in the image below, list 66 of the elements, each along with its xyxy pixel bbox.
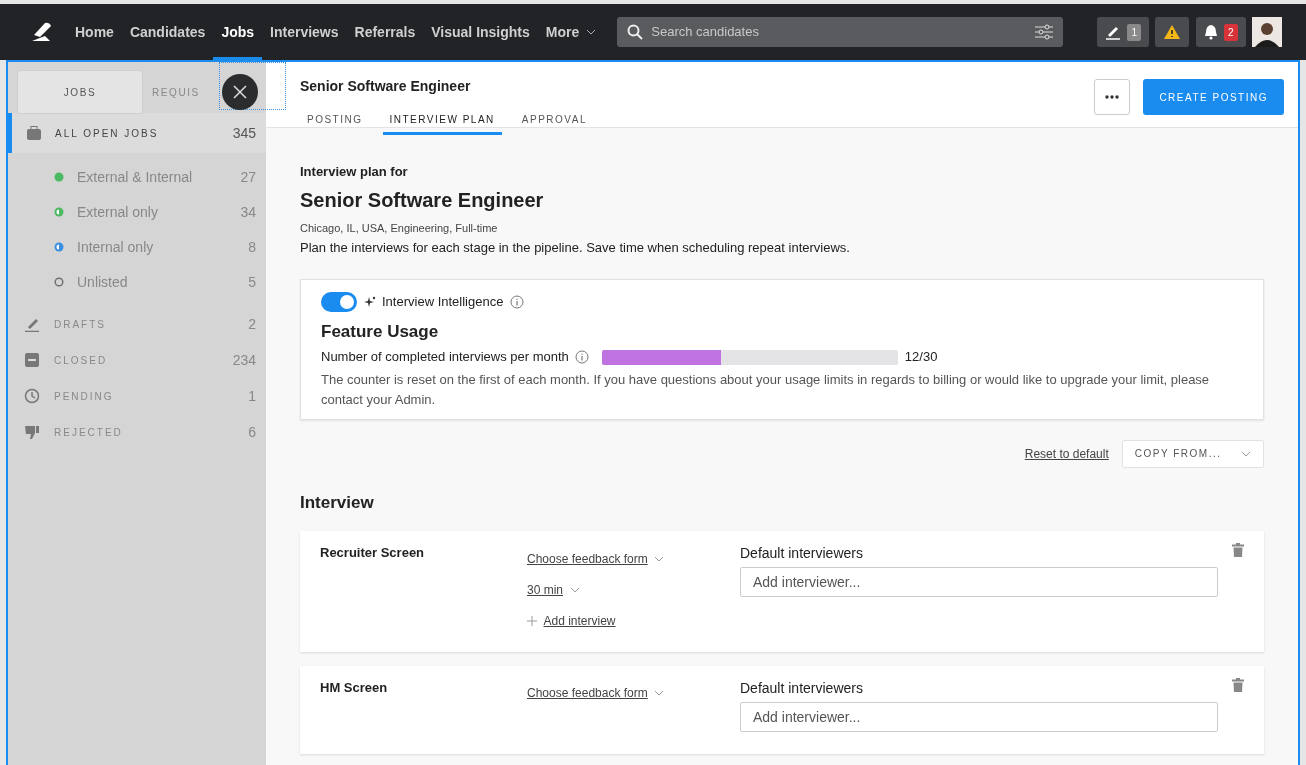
thumbs-down-icon: [24, 424, 40, 440]
intro-label: Interview plan for: [300, 164, 408, 179]
dropdown-link[interactable]: 30 min: [527, 580, 564, 599]
notifications-button[interactable]: 2: [1195, 17, 1246, 47]
warning-icon: [1163, 24, 1182, 40]
input-field[interactable]: Add interviewer...: [740, 567, 1218, 598]
dropdown-link[interactable]: Choose feedback form: [527, 549, 648, 568]
copy-from-dropdown[interactable]: COPY FROM...: [1121, 439, 1264, 468]
field-label: Default interviewers: [740, 679, 863, 696]
info-icon: [575, 350, 590, 364]
chevron-down-icon: [1241, 450, 1251, 457]
note-text: The counter is reset on the first of each month. If you have questions about your usage limits in regards to billing or would like to upgrade your limit, please contact your Admin.: [321, 372, 1210, 407]
nav-link[interactable]: Visual Insights: [423, 4, 538, 60]
minus-square-icon: [24, 352, 40, 368]
section-heading: Feature Usage: [321, 321, 439, 341]
trash-icon[interactable]: [1232, 677, 1244, 692]
plan-title: Senior Software Engineer: [300, 188, 544, 211]
nav-link[interactable]: Referrals: [346, 4, 424, 60]
reset-link[interactable]: Reset to default: [1024, 444, 1109, 463]
stage-name: HM Screen: [320, 679, 388, 695]
chevron-down-icon: [654, 555, 665, 562]
usage-label: Number of completed interviews per month: [321, 348, 569, 367]
plus-icon: [527, 615, 537, 626]
pencil-icon: [24, 316, 40, 332]
job-meta: Chicago, IL, USA, Engineering, Full-time: [300, 222, 498, 234]
sparkle-icon: [363, 296, 376, 308]
info-icon: [509, 295, 524, 309]
trash-icon[interactable]: [1232, 543, 1244, 557]
nav-link[interactable]: Candidates: [121, 4, 214, 60]
chevron-down-icon: [654, 690, 665, 696]
stage-name: Recruiter Screen: [320, 545, 425, 560]
tab[interactable]: APPROVAL: [514, 103, 594, 135]
description-text: Plan the interviews for each stage in the pipeline. Save time when scheduling repeat interviews.: [300, 239, 850, 255]
warning-button[interactable]: [1155, 17, 1190, 47]
bell-icon: [1203, 24, 1218, 40]
more-menu[interactable]: More: [537, 4, 604, 60]
sidebar-item[interactable]: ALL OPEN JOBS 345: [8, 113, 266, 153]
add-interview-link[interactable]: Add interview: [543, 611, 616, 630]
more-options-button[interactable]: [1094, 79, 1131, 116]
page-title: Senior Software Engineer: [300, 77, 471, 96]
briefcase-icon: [26, 126, 42, 140]
pencil-icon: [1105, 24, 1122, 40]
tab[interactable]: POSTING: [300, 103, 370, 135]
search-field[interactable]: Search candidates: [616, 17, 1063, 47]
search-input[interactable]: Search candidates: [649, 21, 1029, 43]
dropdown-link[interactable]: Choose feedback form: [527, 684, 648, 702]
search-icon: [626, 24, 643, 40]
tab[interactable]: INTERVIEW PLAN: [382, 103, 502, 135]
ellipsis-icon: [1105, 95, 1120, 100]
usage-reading: 12/30: [904, 348, 938, 367]
nav-link[interactable]: Interviews: [262, 4, 347, 60]
logo-icon[interactable]: [30, 21, 54, 43]
filter-icon[interactable]: [1034, 24, 1053, 40]
clock-icon: [24, 388, 40, 404]
input-field[interactable]: Add interviewer...: [740, 701, 1218, 732]
toggle-label: Interview Intelligence: [382, 293, 504, 312]
chevron-down-icon: [569, 586, 580, 593]
toggle-switch[interactable]: [321, 292, 357, 312]
field-label: Default interviewers: [740, 545, 863, 561]
chevron-down-icon: [585, 29, 596, 35]
avatar-icon[interactable]: [1252, 17, 1282, 47]
sidebar-tab[interactable]: JOBS: [18, 71, 142, 113]
section-title: Interview: [300, 492, 374, 512]
nav-link[interactable]: Home: [67, 4, 122, 60]
close-button[interactable]: [222, 74, 258, 110]
close-icon: [233, 85, 247, 99]
